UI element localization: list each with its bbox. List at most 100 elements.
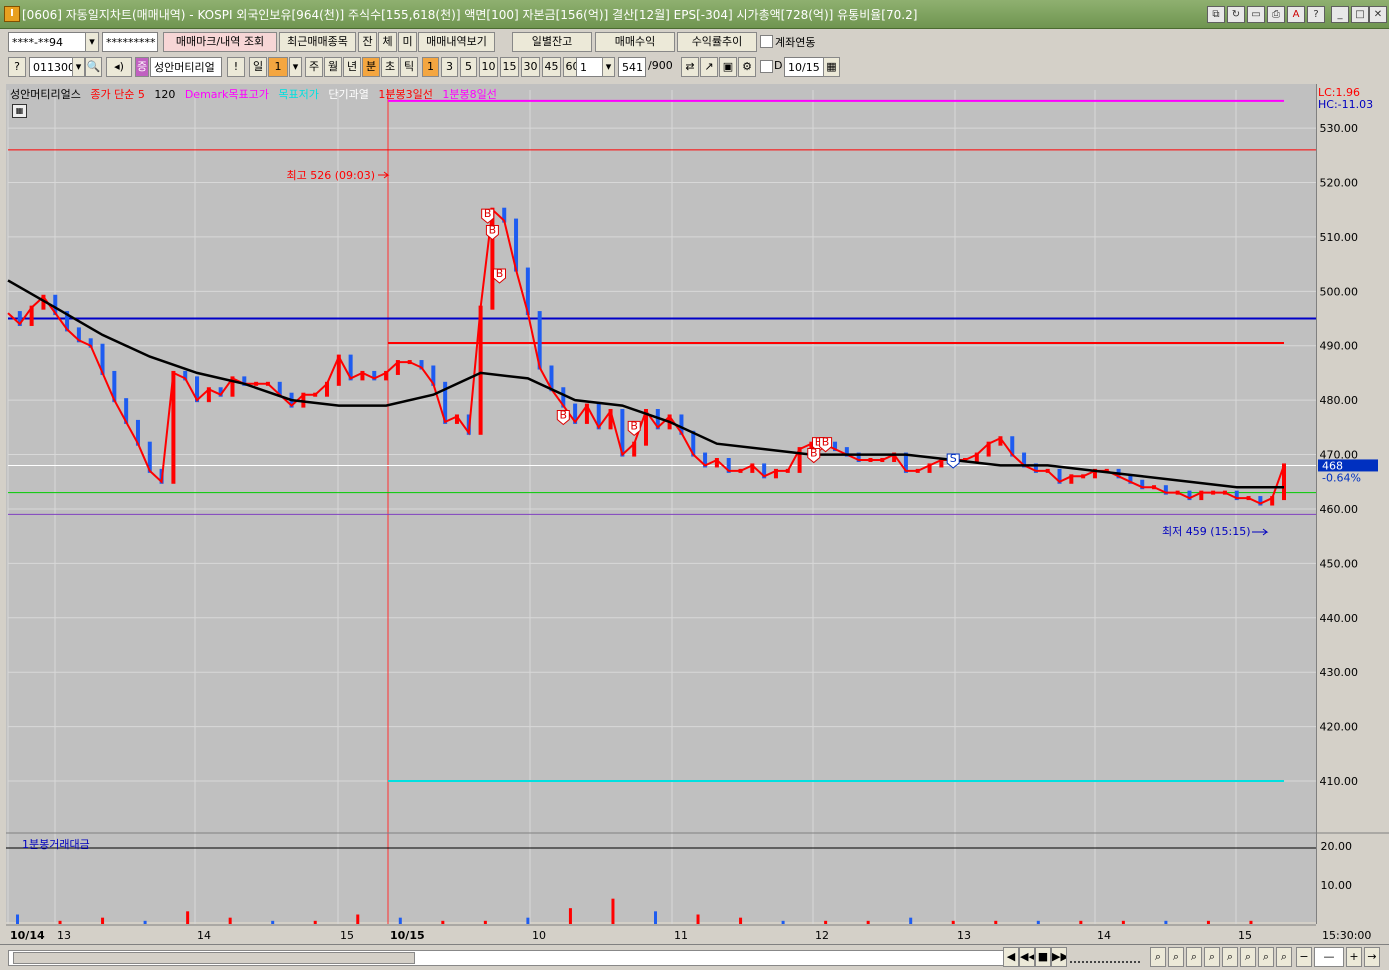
time-label: 15:30:00 — [1322, 929, 1371, 942]
volume-bar — [568, 908, 572, 924]
legend-demark-low: 목표저가 — [278, 88, 319, 101]
zoom-slider[interactable]: — — [1314, 947, 1344, 967]
x-tick-label: 12 — [815, 929, 829, 942]
volume-bar — [483, 920, 487, 924]
volume-bar — [143, 920, 147, 924]
legend-line3: 1분봉3일선 — [378, 88, 433, 101]
nav-prev-button[interactable]: ◀ — [1003, 947, 1019, 967]
x-tick-label: 14 — [1097, 929, 1111, 942]
marker-label: B — [484, 207, 492, 220]
tool-icon-4[interactable]: ⌕ — [1204, 947, 1220, 967]
nav-stop-button[interactable]: ■ — [1035, 947, 1051, 967]
legend-ma-value: 120 — [154, 88, 176, 101]
scroll-right-button[interactable]: → — [1364, 947, 1380, 967]
price-line — [7, 207, 1285, 505]
y-tick-label: 500.00 — [1320, 285, 1359, 298]
x-tick-label: 15 — [1238, 929, 1252, 942]
status-bar: ◀ ◀◀ ■ ▶▶ ⌕ ⌕ ⌕ ⌕ ⌕ ⌕ ⌕ ⌕ − — + → — [0, 944, 1389, 969]
volume-bar — [1206, 920, 1210, 924]
table-toggle-icon[interactable]: ▦ — [12, 104, 27, 118]
marker-label: B — [489, 223, 497, 236]
volume-bar — [1036, 920, 1040, 924]
price-chart: 530.00520.00510.00500.00490.00480.00470.… — [6, 86, 1389, 942]
volume-tick: 10.00 — [1321, 879, 1353, 892]
volume-bar — [824, 920, 828, 924]
tool-icon-5[interactable]: ⌕ — [1222, 947, 1238, 967]
volume-bar — [228, 917, 232, 924]
tool-icon-2[interactable]: ⌕ — [1168, 947, 1184, 967]
x-tick-label: 13 — [57, 929, 71, 942]
volume-bar — [356, 914, 360, 924]
x-tick-label: 11 — [674, 929, 688, 942]
y-tick-label: 450.00 — [1320, 557, 1359, 570]
change-pct-label: -0.64% — [1322, 471, 1361, 484]
tool-icon-8[interactable]: ⌕ — [1276, 947, 1292, 967]
scroll-thumb[interactable] — [13, 952, 415, 964]
legend-stock: 성안머티리얼스 — [10, 88, 81, 101]
marker-label: B — [630, 419, 638, 432]
x-tick-label: 10 — [532, 929, 546, 942]
volume-bar — [441, 920, 445, 924]
volume-bar — [1079, 920, 1083, 924]
volume-bar — [271, 920, 275, 924]
volume-bar — [909, 917, 913, 924]
volume-bar — [1164, 920, 1168, 924]
tool-icon-7[interactable]: ⌕ — [1258, 947, 1274, 967]
nav-first-button[interactable]: ◀◀ — [1019, 947, 1035, 967]
volume-bar — [398, 917, 402, 924]
speed-slider[interactable] — [1070, 951, 1140, 963]
legend-demark-high: Demark목표고가 — [184, 88, 269, 101]
x-tick-label: 15 — [340, 929, 354, 942]
volume-bar — [526, 917, 530, 924]
x-tick-label: 10/14 — [10, 929, 45, 942]
volume-bar — [1249, 920, 1253, 924]
y-tick-label: 410.00 — [1320, 775, 1359, 788]
volume-bar — [951, 920, 955, 924]
legend-line8: 1분봉8일선 — [442, 88, 497, 101]
y-tick-label: 460.00 — [1320, 503, 1359, 516]
tool-icon-1[interactable]: ⌕ — [1150, 947, 1166, 967]
x-tick-label: 10/15 — [390, 929, 425, 942]
y-tick-label: 520.00 — [1320, 177, 1359, 190]
y-tick-label: 490.00 — [1320, 340, 1359, 353]
marker-label: B — [560, 408, 568, 421]
zoom-in-button[interactable]: + — [1346, 947, 1362, 967]
volume-tick: 20.00 — [1321, 840, 1353, 853]
ma-line — [7, 279, 1284, 489]
tool-icon-3[interactable]: ⌕ — [1186, 947, 1202, 967]
volume-bar — [16, 914, 19, 924]
volume-bar — [866, 920, 870, 924]
horizontal-scrollbar[interactable] — [8, 950, 1010, 966]
y-tick-label: 420.00 — [1320, 721, 1359, 734]
legend-ma: 종가 단순 5 — [90, 88, 145, 101]
tool-icon-6[interactable]: ⌕ — [1240, 947, 1256, 967]
volume-bar — [994, 920, 998, 924]
volume-bar — [1121, 920, 1125, 924]
volume-bar — [313, 920, 317, 924]
chart-legend: 성안머티리얼스 종가 단순 5 120 Demark목표고가 목표저가 단기과열… — [10, 86, 503, 102]
x-tick-label: 13 — [957, 929, 971, 942]
volume-bar — [739, 917, 743, 924]
marker-label: B — [822, 436, 830, 449]
marker-label: B — [810, 447, 818, 460]
volume-legend: 1분봉거래대금 — [22, 838, 90, 851]
low-arrow — [1252, 528, 1269, 536]
nav-last-button[interactable]: ▶▶ — [1051, 947, 1067, 967]
volume-bar — [101, 917, 105, 924]
high-label: 최고 526 (09:03) — [286, 169, 375, 182]
zoom-out-button[interactable]: − — [1296, 947, 1312, 967]
y-tick-label: 530.00 — [1320, 122, 1359, 135]
legend-short-overheat: 단기과열 — [328, 88, 369, 101]
hc-label: HC:-11.03 — [1318, 98, 1373, 111]
volume-bar — [654, 911, 657, 924]
volume-bar — [781, 920, 785, 924]
volume-bar — [186, 911, 190, 924]
high-arrow — [378, 171, 390, 179]
marker-label: S — [950, 452, 957, 465]
y-tick-label: 510.00 — [1320, 231, 1359, 244]
y-tick-label: 430.00 — [1320, 666, 1359, 679]
y-tick-label: 480.00 — [1320, 394, 1359, 407]
volume-bar — [696, 914, 700, 924]
volume-bar — [611, 898, 615, 924]
marker-label: B — [496, 267, 504, 280]
